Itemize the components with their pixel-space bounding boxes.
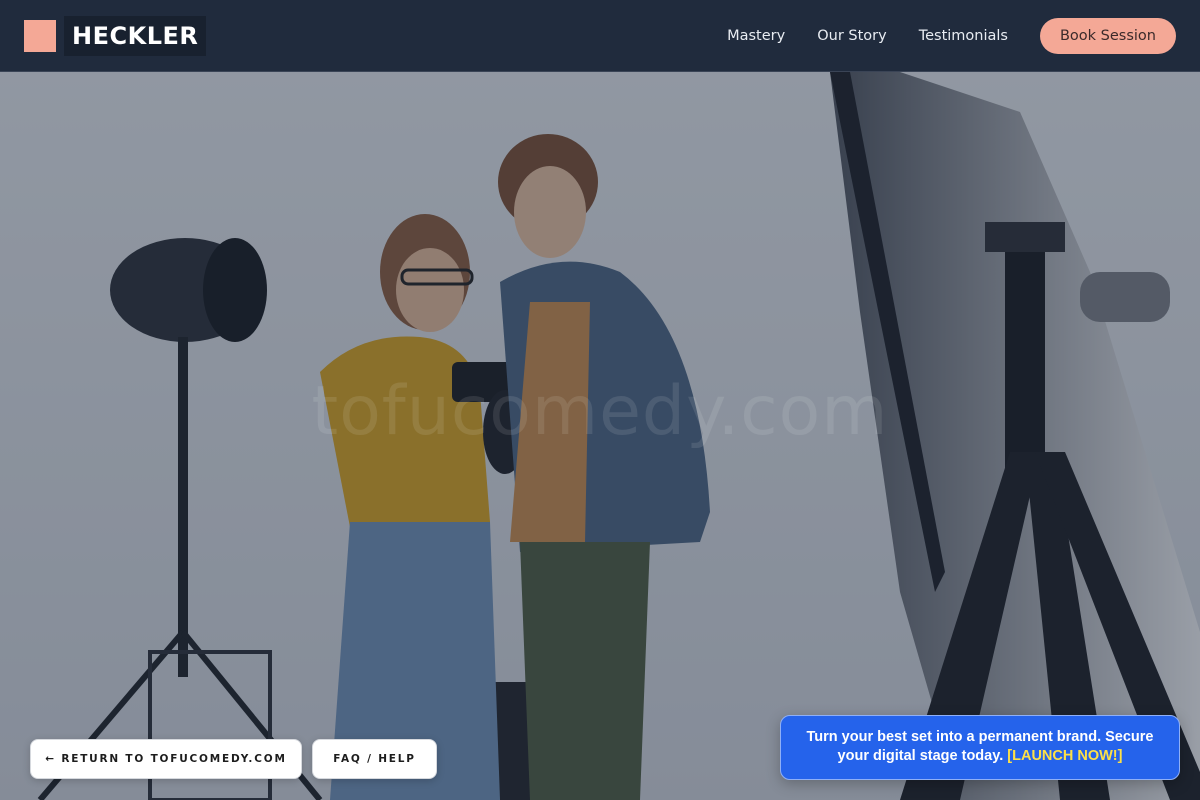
promo-banner[interactable]: Turn your best set into a permanent bran… bbox=[780, 715, 1180, 780]
faq-help-button[interactable]: FAQ / HELP bbox=[312, 739, 437, 779]
logo-mark bbox=[24, 19, 56, 52]
return-to-site-button[interactable]: ← RETURN TO TOFUCOMEDY.COM bbox=[30, 739, 302, 779]
brand-name: HECKLER bbox=[72, 21, 199, 50]
brand-name-box: HECKLER bbox=[64, 15, 207, 56]
nav-link-mastery[interactable]: Mastery bbox=[727, 28, 785, 44]
nav-links: Mastery Our Story Testimonials Book Sess… bbox=[727, 17, 1176, 54]
promo-launch-link[interactable]: [LAUNCH NOW!] bbox=[1007, 748, 1122, 764]
watermark: tofucomedy.com bbox=[311, 372, 889, 451]
nav-link-testimonials[interactable]: Testimonials bbox=[919, 28, 1008, 44]
brand[interactable]: HECKLER bbox=[24, 15, 207, 56]
nav-link-our-story[interactable]: Our Story bbox=[817, 28, 886, 44]
book-session-button[interactable]: Book Session bbox=[1039, 17, 1176, 54]
hero-section: tofucomedy.com bbox=[0, 72, 1200, 800]
top-navbar: HECKLER Mastery Our Story Testimonials B… bbox=[0, 0, 1200, 72]
